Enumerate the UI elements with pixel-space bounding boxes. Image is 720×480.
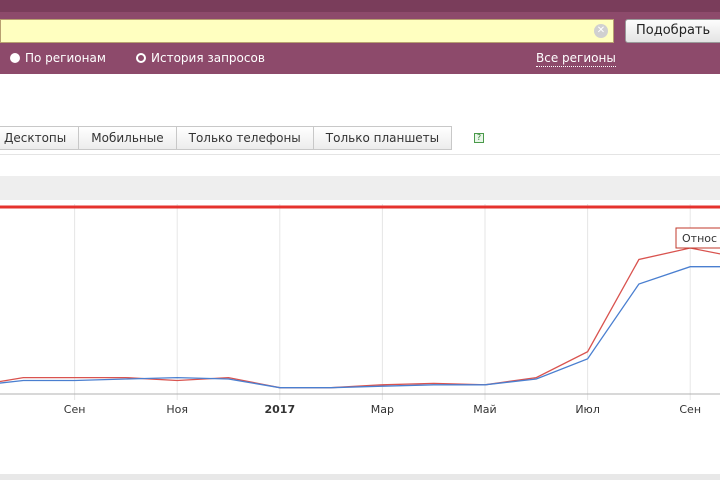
x-tick-label: 2017 — [264, 403, 295, 416]
tab-tablets-only[interactable]: Только планшеты — [313, 126, 453, 150]
x-tick-label: Ноя — [166, 403, 188, 416]
mode-history-radio[interactable]: История запросов — [136, 50, 265, 66]
series-line-1 — [0, 247, 720, 389]
x-tick-label: Сен — [64, 403, 86, 416]
search-input[interactable] — [0, 19, 614, 43]
radio-selected-icon — [10, 53, 20, 63]
radio-unselected-icon — [136, 53, 146, 63]
close-icon[interactable]: ✕ — [594, 24, 608, 38]
mode-by-regions-label: По регионам — [25, 51, 106, 65]
tab-desktops[interactable]: Десктопы — [0, 126, 80, 150]
tabs-divider — [0, 154, 720, 155]
x-tick-label: Мар — [371, 403, 394, 416]
all-regions-link[interactable]: Все регионы — [536, 50, 616, 67]
device-tabs: Десктопы Мобильные Только телефоны Тольк… — [0, 126, 453, 150]
x-tick-label: Май — [473, 403, 496, 416]
x-tick-label: Июл — [575, 403, 600, 416]
mode-history-label: История запросов — [151, 51, 265, 65]
pick-button[interactable]: Подобрать — [625, 19, 720, 43]
chart-footer-band — [0, 474, 720, 480]
history-chart: Сен Ноя 2017 Мар Май Июл Сен Относ — [0, 204, 720, 416]
chart-tooltip-label: Относ — [682, 232, 717, 245]
tab-mobile[interactable]: Мобильные — [79, 126, 177, 150]
series-line-2 — [0, 266, 720, 389]
header-top-border — [0, 0, 720, 12]
mode-by-regions-radio[interactable]: По регионам — [10, 50, 106, 66]
tab-phones-only[interactable]: Только телефоны — [176, 126, 314, 150]
x-tick-label: Сен — [679, 403, 701, 416]
question-icon[interactable]: ? — [474, 133, 484, 143]
